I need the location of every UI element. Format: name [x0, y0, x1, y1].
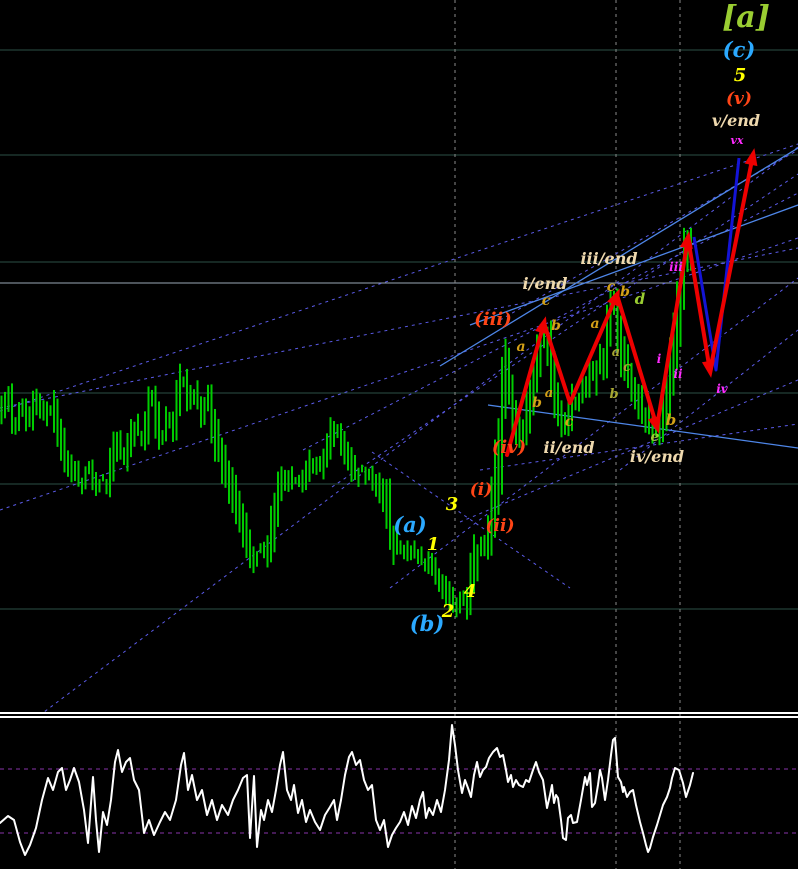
wave-label-a[interactable]: [a]	[722, 0, 770, 35]
wave-label-3[interactable]: 3	[446, 494, 459, 515]
wave-label-b[interactable]: b	[620, 284, 630, 300]
wave-label-c[interactable]: c	[542, 293, 551, 309]
wave-label-ivend[interactable]: iv/end	[630, 447, 684, 466]
price-chart-canvas[interactable]: [a](c) 5 (v) v/end vx iii/end i/end ii/end iv/en…	[0, 0, 798, 869]
trading-chart-window: [a] (c) 5 (v) v/end vx iii/end i/end ii/end iv/en…	[0, 0, 798, 869]
wave-label-iii[interactable]: (iii)	[474, 309, 512, 330]
wave-label-iv[interactable]: iv	[716, 382, 729, 396]
wave-label-iv[interactable]: (iv)	[492, 437, 526, 458]
wave-label-iiend[interactable]: ii/end	[544, 438, 595, 457]
wave-label-vx[interactable]: vx	[731, 134, 744, 147]
wave-label-4[interactable]: 4	[464, 581, 477, 602]
wave-label-i[interactable]: i	[657, 352, 662, 366]
wave-label-c[interactable]: (c)	[723, 37, 756, 62]
wave-label-vend[interactable]: v/end	[712, 111, 760, 130]
wave-label-b[interactable]: b	[609, 387, 618, 402]
wave-label-a[interactable]: a	[545, 386, 553, 401]
wave-label-c[interactable]: c	[565, 414, 574, 430]
wave-label-b[interactable]: (b)	[410, 611, 445, 636]
wave-label-e[interactable]: e	[651, 429, 660, 445]
wave-label-ii[interactable]: ii	[673, 367, 683, 381]
wave-label-iiiend[interactable]: iii/end	[580, 249, 637, 268]
wave-label-iii[interactable]: iii	[669, 260, 683, 274]
wave-label-v[interactable]: (v)	[726, 89, 752, 109]
wave-label-iend[interactable]: i/end	[523, 274, 568, 293]
wave-label-i[interactable]: (i)	[470, 480, 493, 500]
wave-label-a[interactable]: a	[612, 345, 620, 360]
wave-label-c[interactable]: c	[623, 360, 631, 375]
wave-label-c[interactable]: c	[607, 279, 616, 295]
wave-label-1[interactable]: 1	[427, 534, 440, 555]
wave-label-a[interactable]: (a)	[393, 512, 426, 537]
wave-label-b[interactable]: b	[532, 395, 542, 411]
wave-label-2[interactable]: 2	[441, 601, 455, 622]
wave-label-a[interactable]: a	[516, 339, 525, 355]
wave-label-5[interactable]: 5	[734, 65, 747, 86]
wave-label-d[interactable]: d	[635, 290, 646, 308]
wave-label-a[interactable]: a	[590, 316, 599, 332]
wave-label-ii[interactable]: (ii)	[485, 516, 514, 536]
wave-label-b[interactable]: b	[551, 318, 561, 334]
wave-label-b[interactable]: b	[666, 411, 677, 429]
